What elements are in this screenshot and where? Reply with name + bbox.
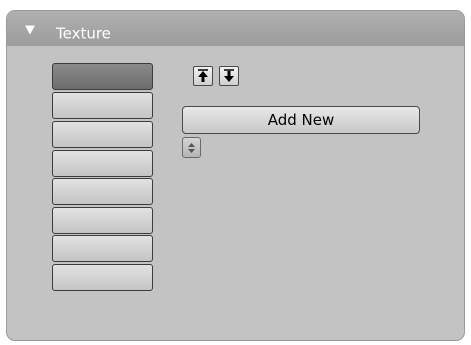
- texture-panel: Texture Add New: [6, 10, 465, 341]
- panel-title: Texture: [56, 24, 111, 43]
- triangle-down-icon[interactable]: [25, 25, 35, 35]
- arrow-up-icon: [198, 69, 208, 82]
- move-down-button[interactable]: [219, 66, 239, 86]
- texture-slot-5[interactable]: [52, 178, 153, 205]
- arrow-down-icon: [224, 69, 234, 82]
- up-down-spinner-icon: [188, 143, 195, 153]
- texture-slot-2[interactable]: [52, 92, 153, 119]
- texture-slot-3[interactable]: [52, 121, 153, 148]
- browse-spinner-button[interactable]: [182, 137, 201, 158]
- move-up-button[interactable]: [193, 66, 213, 86]
- texture-slot-8[interactable]: [52, 264, 153, 291]
- texture-slot-4[interactable]: [52, 150, 153, 177]
- add-new-button[interactable]: Add New: [182, 106, 420, 134]
- texture-slot-6[interactable]: [52, 207, 153, 234]
- texture-slot-7[interactable]: [52, 235, 153, 262]
- texture-slot-1[interactable]: [52, 63, 153, 90]
- panel-header[interactable]: Texture: [7, 11, 464, 46]
